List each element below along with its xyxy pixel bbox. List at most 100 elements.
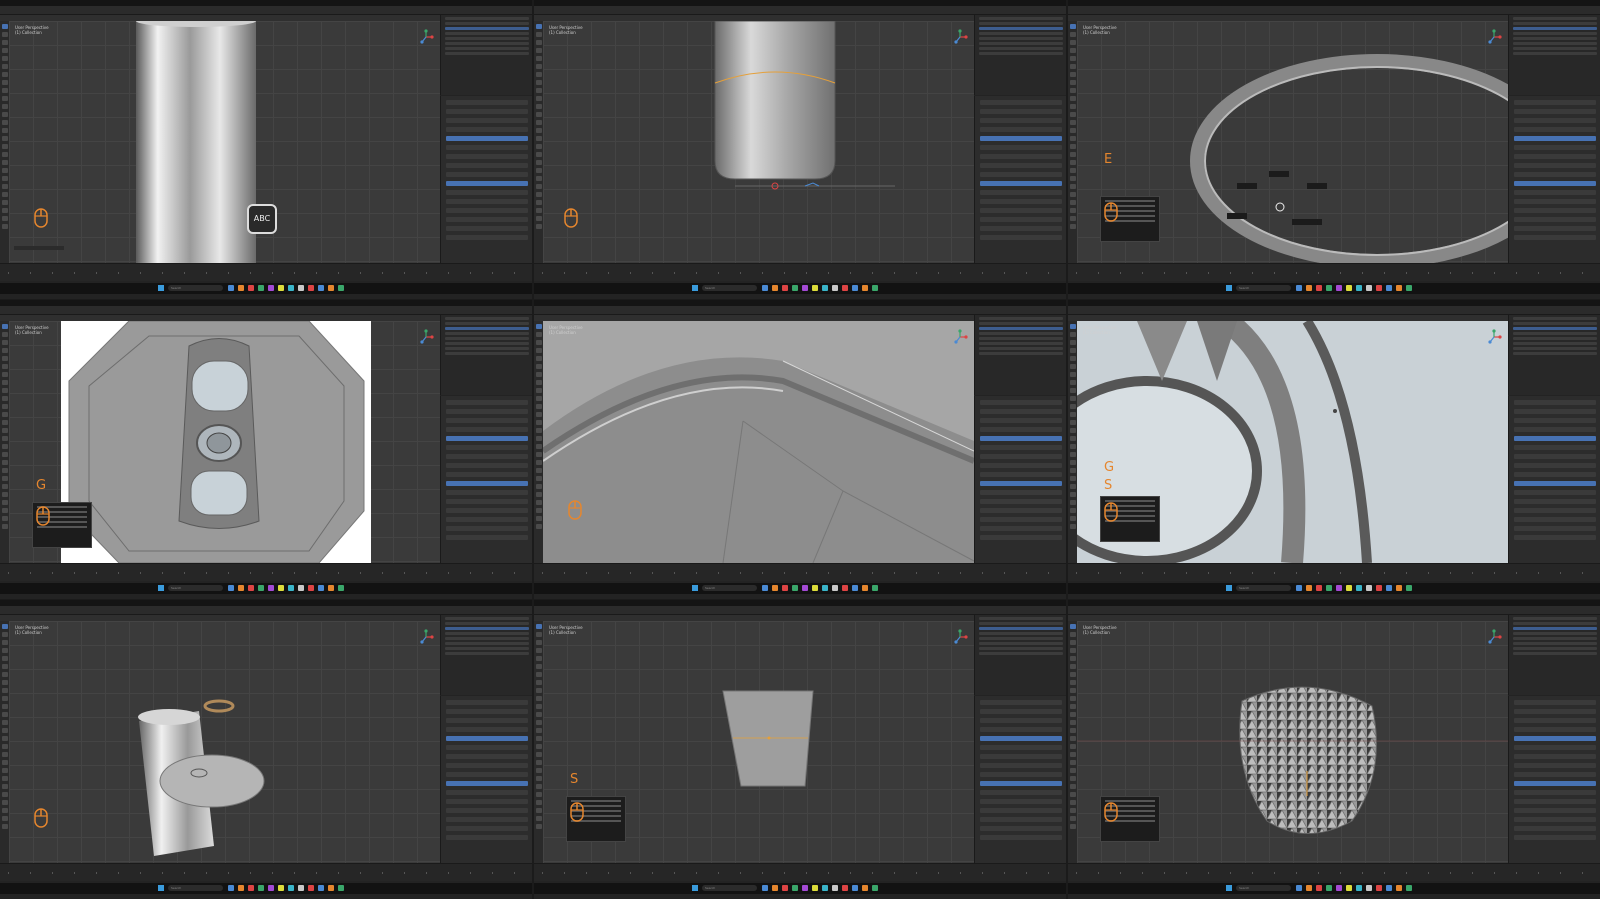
tool-button[interactable] [1,96,8,101]
tool-button[interactable] [1,680,8,685]
property-field[interactable] [446,772,528,777]
tool-button[interactable] [535,144,542,149]
tool-button[interactable] [1069,72,1076,77]
property-field[interactable] [1514,745,1596,750]
property-field[interactable] [980,445,1062,450]
taskbar-app-icon[interactable] [1406,285,1412,291]
property-field[interactable] [980,472,1062,477]
tool-button[interactable] [1069,332,1076,337]
outliner-row[interactable] [445,317,529,320]
outliner-row[interactable] [445,37,529,40]
tool-button[interactable] [1069,808,1076,813]
taskbar-app-icon[interactable] [1306,885,1312,891]
property-field[interactable] [980,790,1062,795]
property-field[interactable] [446,490,528,495]
taskbar-app-icon[interactable] [842,885,848,891]
taskbar-app-icon[interactable] [1366,585,1372,591]
property-field[interactable] [446,445,528,450]
property-field[interactable] [1514,445,1596,450]
property-field[interactable] [446,181,528,186]
outliner-row[interactable] [1513,27,1597,30]
tool-button[interactable] [535,640,542,645]
tool-button[interactable] [1069,224,1076,229]
tool-button[interactable] [1069,656,1076,661]
outliner-row[interactable] [979,37,1063,40]
navigation-gizmo-icon[interactable] [952,329,968,345]
outliner-row[interactable] [445,627,529,630]
tool-button[interactable] [1,492,8,497]
property-field[interactable] [980,499,1062,504]
tool-button[interactable] [1069,24,1076,29]
taskbar-app-icon[interactable] [1356,885,1362,891]
tool-button[interactable] [1069,696,1076,701]
property-field[interactable] [446,118,528,123]
tool-button[interactable] [1069,120,1076,125]
property-field[interactable] [446,145,528,150]
tool-button[interactable] [1,168,8,173]
tool-button[interactable] [1069,680,1076,685]
property-field[interactable] [1514,508,1596,513]
tool-button[interactable] [1,380,8,385]
property-field[interactable] [446,172,528,177]
tool-button[interactable] [1069,64,1076,69]
tool-button[interactable] [1,48,8,53]
taskbar-app-icon[interactable] [782,885,788,891]
outliner-row[interactable] [445,32,529,35]
tool-button[interactable] [1069,412,1076,417]
taskbar-app-icon[interactable] [802,285,808,291]
taskbar-app-icon[interactable] [812,885,818,891]
tool-button[interactable] [1069,688,1076,693]
taskbar-app-icon[interactable] [338,585,344,591]
property-field[interactable] [446,718,528,723]
tool-button[interactable] [535,728,542,733]
property-field[interactable] [980,109,1062,114]
property-field[interactable] [1514,517,1596,522]
tool-button[interactable] [535,712,542,717]
tool-button[interactable] [1069,340,1076,345]
tool-button[interactable] [1,64,8,69]
outliner-row[interactable] [445,332,529,335]
navigation-gizmo-icon[interactable] [1486,629,1502,645]
property-field[interactable] [980,208,1062,213]
taskbar-app-icon[interactable] [772,285,778,291]
taskbar-app-icon[interactable] [822,585,828,591]
tool-button[interactable] [1,704,8,709]
property-field[interactable] [1514,235,1596,240]
tool-button[interactable] [1,200,8,205]
tool-button[interactable] [535,332,542,337]
tool-button[interactable] [1,24,8,29]
tool-button[interactable] [1,524,8,529]
tool-button[interactable] [535,516,542,521]
tool-button[interactable] [1069,396,1076,401]
property-field[interactable] [1514,754,1596,759]
tool-button[interactable] [1069,200,1076,205]
property-field[interactable] [446,472,528,477]
tool-button[interactable] [535,412,542,417]
timeline-bar[interactable] [1068,263,1600,281]
tool-button[interactable] [1,476,8,481]
tool-button[interactable] [1,32,8,37]
property-field[interactable] [980,172,1062,177]
taskbar-app-icon[interactable] [1326,285,1332,291]
taskbar-app-icon[interactable] [248,285,254,291]
property-field[interactable] [1514,463,1596,468]
tool-button[interactable] [1069,444,1076,449]
taskbar-app-icon[interactable] [308,585,314,591]
property-field[interactable] [980,199,1062,204]
tool-button[interactable] [1,152,8,157]
taskbar-app-icon[interactable] [822,885,828,891]
taskbar-app-icon[interactable] [1336,885,1342,891]
tool-button[interactable] [1,808,8,813]
property-field[interactable] [980,700,1062,705]
tool-button[interactable] [1069,136,1076,141]
tool-button[interactable] [1069,792,1076,797]
outliner-row[interactable] [1513,342,1597,345]
tool-button[interactable] [535,348,542,353]
property-field[interactable] [1514,427,1596,432]
taskbar-app-icon[interactable] [1306,585,1312,591]
tool-button[interactable] [1069,816,1076,821]
property-field[interactable] [1514,772,1596,777]
tool-button[interactable] [1,136,8,141]
taskbar-app-icon[interactable] [1346,285,1352,291]
property-field[interactable] [1514,127,1596,132]
